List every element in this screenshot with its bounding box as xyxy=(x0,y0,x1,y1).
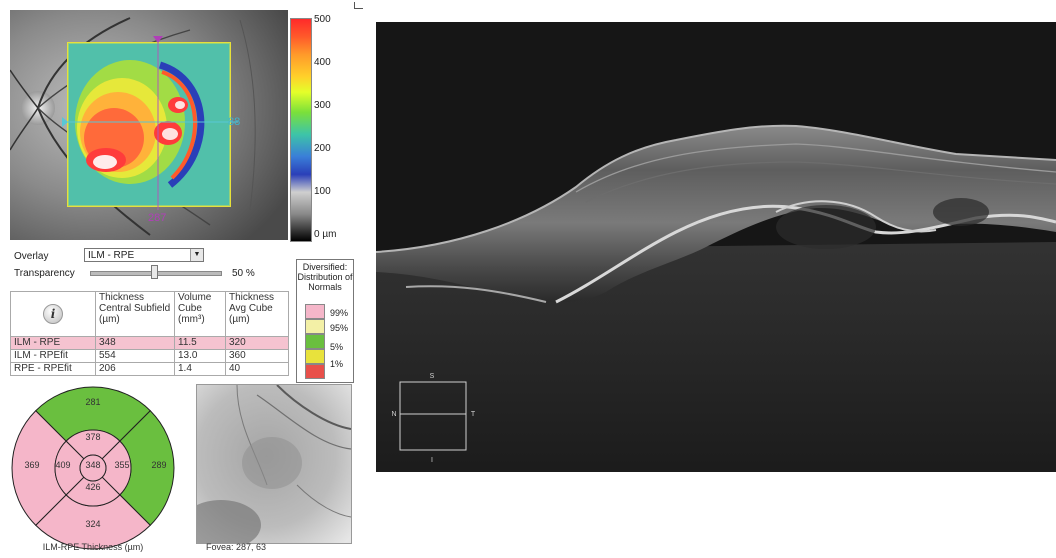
table-header: Thickness Avg Cube (µm) xyxy=(225,291,289,337)
colorbar-tick: 100 xyxy=(314,186,331,197)
colorbar-tick: 500 xyxy=(314,14,331,25)
overlay-select-value: ILM - RPE xyxy=(88,250,135,261)
volume-value: 13.0 xyxy=(174,349,226,363)
table-row[interactable]: RPE - RPEfit 206 1.4 40 xyxy=(10,362,289,376)
central-value: 348 xyxy=(95,336,175,350)
normals-level-label: 95% xyxy=(330,323,349,333)
row-label: ILM - RPE xyxy=(10,336,96,350)
normals-level-label: 99% xyxy=(330,308,349,318)
fovea-caption: Fovea: 287, 63 xyxy=(206,542,267,552)
row-label: RPE - RPEfit xyxy=(10,362,96,376)
transparency-label: Transparency xyxy=(14,268,75,279)
inner-superior-value: 378 xyxy=(85,432,100,442)
enface-image-panel[interactable] xyxy=(196,384,352,544)
overlay-label: Overlay xyxy=(14,251,49,262)
inner-nasal-value: 409 xyxy=(55,460,70,470)
avg-value: 40 xyxy=(225,362,289,376)
info-icon[interactable]: i xyxy=(43,304,63,324)
colorbar-tick: 300 xyxy=(314,100,331,111)
colorbar-tick: 200 xyxy=(314,143,331,154)
center-value: 348 xyxy=(85,460,100,470)
normals-swatch xyxy=(305,304,325,319)
thickness-map-image xyxy=(10,10,288,240)
bscan-render: S I N T xyxy=(376,22,1056,472)
colorbar-tick: 400 xyxy=(314,57,331,68)
avg-value: 320 xyxy=(225,336,289,350)
inner-inferior-value: 426 xyxy=(85,482,100,492)
normals-swatch xyxy=(305,349,325,364)
table-header: Thickness Central Subfield (µm) xyxy=(95,291,175,337)
normals-level-label: 1% xyxy=(330,359,344,369)
orientation-right: T xyxy=(471,411,476,418)
corner-mark xyxy=(354,2,363,9)
enface-image xyxy=(197,385,351,543)
avg-value: 360 xyxy=(225,349,289,363)
outer-temporal-value: 289 xyxy=(151,460,166,470)
volume-value: 1.4 xyxy=(174,362,226,376)
etdrs-caption: ILM-RPE Thickness (µm) xyxy=(42,542,144,552)
transparency-value: 50 % xyxy=(232,268,255,279)
volume-value: 11.5 xyxy=(174,336,226,350)
inner-temporal-value: 355 xyxy=(114,460,129,470)
vertical-marker-value: 287 xyxy=(148,212,167,224)
orientation-bottom: I xyxy=(431,457,433,464)
normals-level-label: 5% xyxy=(330,342,344,352)
outer-superior-value: 281 xyxy=(85,397,100,407)
central-value: 554 xyxy=(95,349,175,363)
table-row[interactable]: ILM - RPEfit 554 13.0 360 xyxy=(10,349,289,363)
colorbar-tick: 0 µm xyxy=(314,229,337,240)
row-label: ILM - RPEfit xyxy=(10,349,96,363)
orientation-top: S xyxy=(430,373,435,380)
table-info-cell: i xyxy=(10,291,96,337)
outer-inferior-value: 324 xyxy=(85,519,100,529)
overlay-select[interactable]: ILM - RPE ▼ xyxy=(84,248,204,262)
thickness-table: i Thickness Central Subfield (µm) Volume… xyxy=(10,291,289,376)
orientation-left: N xyxy=(391,411,396,418)
normals-swatch xyxy=(305,334,325,349)
transparency-slider-thumb[interactable] xyxy=(151,265,158,279)
central-value: 206 xyxy=(95,362,175,376)
table-row[interactable]: ILM - RPE 348 11.5 320 xyxy=(10,336,289,350)
table-header: Volume Cube (mm³) xyxy=(174,291,226,337)
normals-swatch xyxy=(305,364,325,379)
horizontal-marker-value: 88 xyxy=(228,116,241,128)
outer-nasal-value: 369 xyxy=(24,460,39,470)
chevron-down-icon[interactable]: ▼ xyxy=(190,249,203,261)
thickness-colorbar xyxy=(290,18,312,242)
thickness-map-panel[interactable] xyxy=(10,10,288,240)
normals-swatch xyxy=(305,319,325,334)
oct-bscan-image[interactable]: S I N T xyxy=(376,22,1056,472)
etdrs-thickness-grid: 281 324 369 289 378 426 409 355 348 xyxy=(11,386,175,550)
normals-title: Diversified: Distribution of Normals xyxy=(297,262,353,292)
normals-legend: Diversified: Distribution of Normals 99%… xyxy=(296,259,354,383)
